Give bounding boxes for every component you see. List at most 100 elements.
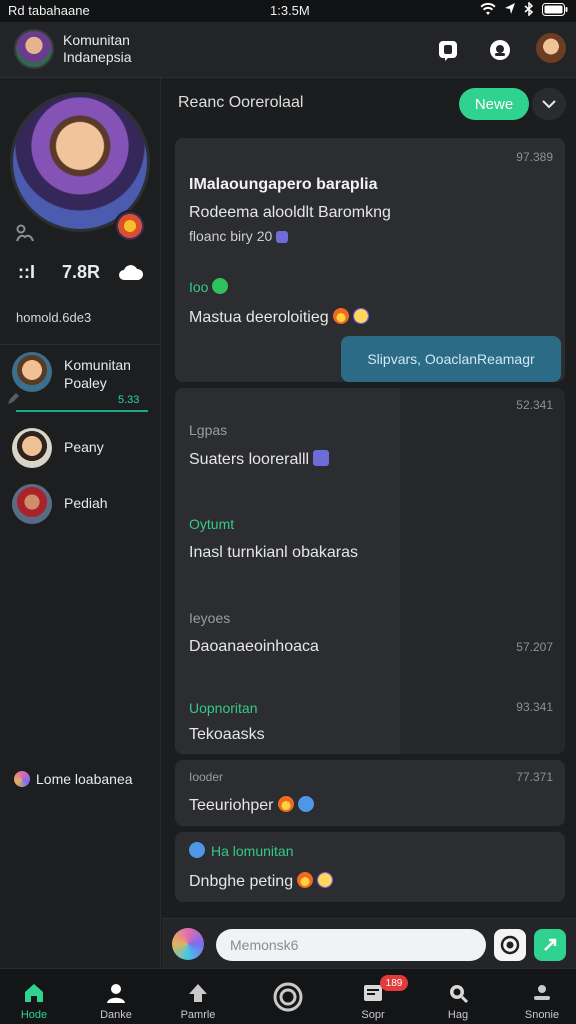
battery-icon: [542, 2, 568, 16]
search-icon: [450, 985, 469, 1004]
bluetooth-icon: [524, 2, 534, 16]
new-post-button[interactable]: Newe: [459, 88, 529, 120]
nav-label: Sopr: [361, 1009, 385, 1021]
post-line: Inasl turnkianl obakaras: [189, 544, 358, 561]
fire-icon: [277, 796, 294, 812]
post-label: Uopnoritan: [189, 700, 258, 716]
chat-icon[interactable]: [436, 38, 460, 62]
nav-tag[interactable]: Hag: [426, 969, 490, 1024]
image-icon: [313, 450, 330, 466]
stat-followers: 7.8R: [62, 262, 101, 282]
post-label: Oytumt: [189, 516, 235, 532]
message-input[interactable]: [216, 929, 486, 961]
post-title: IMalaoungapero baraplia: [189, 176, 378, 193]
post-line: Dnbghe peting: [189, 872, 334, 891]
notification-badge: 189: [380, 975, 408, 991]
leaf-icon: [276, 231, 289, 243]
profile-stats: ::I 7.8R: [18, 262, 158, 286]
status-bar: Rd tabahaane 1:3.5M: [0, 0, 576, 22]
globe-icon: [14, 771, 30, 787]
community-avatar[interactable]: [14, 29, 54, 69]
contact-progress: [16, 410, 148, 412]
post-card[interactable]: Ha lomunitan Dnbghe peting: [175, 832, 565, 902]
post-label: Lgpas: [189, 422, 228, 438]
camera-icon: [500, 935, 520, 955]
smiley-icon: [352, 308, 369, 324]
status-carrier: Rd tabahaane: [8, 3, 90, 18]
user-icon: [534, 985, 550, 1000]
post-line: Daoanaeoinhoaca: [189, 638, 319, 655]
nav-settings[interactable]: Snonie: [510, 969, 574, 1024]
fire-icon: [332, 308, 349, 324]
camera-button[interactable]: [494, 929, 526, 961]
sidebar-bottom-link[interactable]: Lome loabanea: [14, 771, 133, 787]
contact-avatar: [12, 352, 52, 392]
main-feed: Reanc Oorerolaal Newe 97.389 IMalaoungap…: [162, 78, 576, 968]
send-icon: [544, 938, 557, 951]
post-line: floanc biry 20: [189, 228, 289, 244]
check-icon: [212, 278, 229, 294]
message-composer: [162, 918, 576, 968]
globe-icon: [189, 842, 205, 858]
nav-label: Danke: [100, 1009, 132, 1021]
chevron-down-icon: [542, 100, 556, 109]
smiley-icon: [317, 872, 334, 888]
app-header: Komunitan Indanepsia: [0, 22, 576, 78]
profile-avatar[interactable]: [536, 33, 566, 63]
status-icons: [480, 2, 568, 16]
nav-home[interactable]: Hode: [2, 969, 66, 1024]
notifications-icon[interactable]: [488, 38, 512, 62]
send-button[interactable]: [534, 929, 566, 961]
contact-item[interactable]: Komunitan Poaley 5.33: [8, 352, 160, 416]
post-time: 52.341: [516, 398, 553, 412]
more-options-button[interactable]: [532, 88, 566, 120]
contact-item[interactable]: Pediah: [12, 484, 160, 526]
home-icon: [25, 984, 43, 1002]
post-card[interactable]: 52.341 Lgpas Suaters looreralll Oytumt I…: [175, 388, 565, 754]
share-icon[interactable]: [14, 223, 36, 245]
people-icon: [107, 984, 125, 1003]
location-icon: [505, 3, 515, 14]
post-line: Tekoaasks: [189, 726, 265, 743]
nav-discover[interactable]: Danke: [84, 969, 148, 1024]
contact-name: Peany: [64, 439, 104, 455]
nav-profile[interactable]: Pamrle: [166, 969, 230, 1024]
post-label: Iooder: [189, 770, 224, 784]
bottom-navigation: Hode Danke Pamrle Sopr 189 Hag Snonie: [0, 968, 576, 1024]
post-tag: Ioo: [189, 278, 229, 295]
post-line: Rodeema alooldlt Baromkng: [189, 204, 391, 221]
community-title: Komunitan Indanepsia: [63, 32, 132, 65]
post-line: Teeuriohper: [189, 796, 314, 815]
nav-center[interactable]: [256, 969, 320, 1024]
contact-avatar: [12, 484, 52, 524]
post-message: Mastua deeroloitieg: [189, 308, 369, 327]
fire-icon: [297, 872, 314, 888]
circle-icon: [273, 982, 303, 1012]
contact-avatar: [12, 428, 52, 468]
sparkle-icon: [297, 796, 314, 812]
composer-avatar[interactable]: [172, 928, 204, 960]
contact-name: Komunitan Poaley: [64, 357, 131, 391]
post-label: Ha lomunitan: [189, 842, 294, 859]
cloud-icon[interactable]: [118, 262, 144, 284]
contact-item[interactable]: Peany: [12, 428, 160, 470]
post-time: 77.371: [516, 770, 553, 784]
profile-handle: homold.6de3: [16, 310, 92, 325]
sidebar-divider: [0, 344, 161, 345]
reply-bubble[interactable]: Slipvars, OoaclanReamagr: [341, 336, 561, 382]
stat-posts: ::I: [18, 262, 35, 282]
post-line: Suaters looreralll: [189, 450, 330, 469]
nav-label: Hode: [20, 1009, 48, 1021]
post-time: 93.341: [516, 700, 553, 714]
contact-name: Pediah: [64, 495, 108, 511]
wifi-icon: [480, 2, 496, 16]
nav-label: Snonie: [524, 1009, 560, 1021]
pencil-icon: [8, 393, 19, 404]
post-card[interactable]: 97.389 IMalaoungapero baraplia Rodeema a…: [175, 138, 565, 382]
arrow-up-icon: [189, 984, 207, 1002]
sidebar: ::I 7.8R homold.6de3 Komunitan Poaley 5.…: [0, 78, 161, 968]
post-card[interactable]: Iooder 77.371 Teeuriohper: [175, 760, 565, 826]
level-badge-icon: [114, 210, 146, 242]
post-time: 97.389: [516, 150, 553, 164]
status-time: 1:3.5M: [270, 3, 310, 18]
